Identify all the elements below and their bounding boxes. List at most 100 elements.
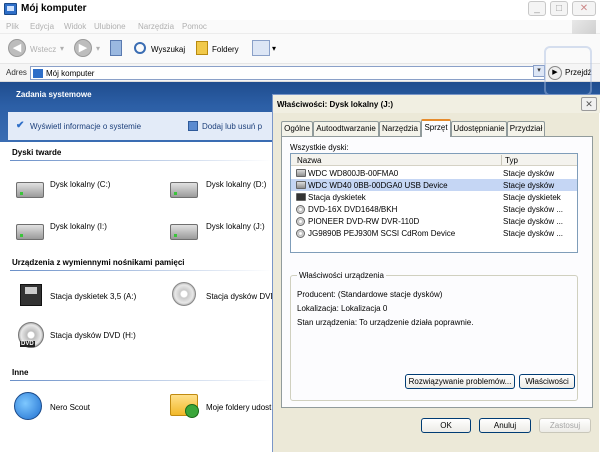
- section-divider: [10, 270, 272, 271]
- up-folder-icon[interactable]: [110, 40, 122, 56]
- disk-type: Stacje dysków: [503, 181, 555, 190]
- disk-type: Stacje dyskietek: [503, 193, 561, 202]
- drive-d-label[interactable]: Dysk lokalny (D:): [206, 180, 266, 189]
- address-input[interactable]: Mój komputer: [30, 66, 545, 80]
- disk-row[interactable]: PIONEER DVD-RW DVR-110D Stacje dysków ..…: [291, 215, 577, 227]
- dialog-titlebar[interactable]: Właściwości: Dysk lokalny (J:) ✕: [273, 95, 600, 113]
- hard-disk-icon: [296, 181, 306, 189]
- windows-logo-icon: [572, 20, 596, 34]
- drive-h-label[interactable]: Stacja dysków DVD (H:): [50, 331, 136, 340]
- disk-type: Stacje dysków ...: [503, 217, 564, 226]
- disk-type: Stacje dysków ...: [503, 205, 564, 214]
- tab-sharing[interactable]: Udostępnianie: [451, 121, 507, 136]
- menu-view[interactable]: Widok: [64, 22, 86, 31]
- hard-disk-icon[interactable]: [170, 182, 198, 198]
- minimize-button[interactable]: _: [528, 1, 546, 16]
- device-properties-group: Właściwości urządzenia Producent: (Stand…: [290, 271, 578, 401]
- window-titlebar[interactable]: Mój komputer _ □ ✕: [0, 0, 600, 20]
- address-value: Mój komputer: [46, 69, 95, 78]
- search-icon[interactable]: [134, 42, 146, 54]
- views-icon[interactable]: [252, 40, 270, 56]
- ok-button[interactable]: OK: [421, 418, 471, 433]
- column-separator[interactable]: [501, 155, 502, 165]
- toolbar: ◀ Wstecz ▾ ▶ ▾ Wyszukaj Foldery ▾: [0, 34, 600, 64]
- folders-button[interactable]: Foldery: [212, 45, 239, 54]
- my-computer-icon: [33, 69, 43, 78]
- manufacturer-text: Producent: (Standardowe stacje dysków): [297, 290, 443, 299]
- cd-drive-icon: [296, 205, 305, 214]
- address-label: Adres: [6, 68, 27, 77]
- views-dropdown-icon[interactable]: ▾: [272, 44, 276, 53]
- forward-dropdown-icon[interactable]: ▾: [96, 44, 100, 53]
- shared-folders-label[interactable]: Moje foldery udost: [206, 403, 271, 412]
- disk-name: JG9890B PEJ930M SCSI CdRom Device: [308, 229, 456, 238]
- disk-row[interactable]: Stacja dyskietek Stacje dyskietek: [291, 191, 577, 203]
- dvd-drive-icon[interactable]: DVD: [18, 322, 44, 348]
- menu-file[interactable]: Plik: [6, 22, 19, 31]
- tab-general[interactable]: Ogólne: [281, 121, 313, 136]
- disk-row-selected[interactable]: WDC WD40 0BB-00DGA0 USB Device Stacje dy…: [291, 179, 577, 191]
- tab-quota[interactable]: Przydział: [507, 121, 545, 136]
- watermark-logo-icon: [544, 46, 592, 96]
- menu-favorites[interactable]: Ulubione: [94, 22, 126, 31]
- maximize-button[interactable]: □: [550, 1, 568, 16]
- disk-type: Stacje dysków ...: [503, 229, 564, 238]
- menu-edit[interactable]: Edycja: [30, 22, 54, 31]
- column-header-type[interactable]: Typ: [505, 156, 518, 165]
- cancel-button[interactable]: Anuluj: [479, 418, 531, 433]
- hard-disk-icon[interactable]: [16, 182, 44, 198]
- menu-bar: Plik Edycja Widok Ulubione Narzędzia Pom…: [0, 20, 600, 34]
- tab-tools[interactable]: Narzędzia: [379, 121, 421, 136]
- drive-i-label[interactable]: Dysk lokalny (I:): [50, 222, 107, 231]
- device-properties-button[interactable]: Właściwości: [519, 374, 575, 389]
- dvd-drive-icon[interactable]: [172, 282, 196, 306]
- close-button[interactable]: ✕: [572, 1, 596, 16]
- shared-folders-icon[interactable]: [170, 394, 199, 418]
- menu-help[interactable]: Pomoc: [182, 22, 207, 31]
- troubleshoot-button[interactable]: Rozwiązywanie problemów...: [405, 374, 515, 389]
- disk-row[interactable]: JG9890B PEJ930M SCSI CdRom Device Stacje…: [291, 227, 577, 239]
- apply-button[interactable]: Zastosuj: [539, 418, 591, 433]
- all-disks-label: Wszystkie dyski:: [290, 143, 349, 152]
- disk-row[interactable]: WDC WD800JB-00FMA0 Stacje dysków: [291, 167, 577, 179]
- section-other-title: Inne: [12, 368, 29, 377]
- location-text: Lokalizacja: Lokalizacja 0: [297, 304, 388, 313]
- back-arrow-icon[interactable]: ◀: [8, 39, 26, 57]
- window-title: Mój komputer: [21, 3, 87, 14]
- back-dropdown-icon[interactable]: ▾: [60, 44, 64, 53]
- task-view-system-info[interactable]: Wyświetl informacje o systemie: [30, 122, 141, 131]
- hard-disk-icon[interactable]: [16, 224, 44, 240]
- disk-row[interactable]: DVD-16X DVD1648/BKH Stacje dysków ...: [291, 203, 577, 215]
- device-properties-legend: Właściwości urządzenia: [297, 271, 386, 280]
- section-divider: [10, 160, 272, 161]
- system-tasks-title[interactable]: Zadania systemowe: [16, 90, 92, 99]
- search-button[interactable]: Wyszukaj: [151, 45, 185, 54]
- hard-disk-icon[interactable]: [170, 224, 198, 240]
- address-bar: Adres Mój komputer ▾ ▶ Przejdź: [0, 64, 600, 82]
- dialog-title: Właściwości: Dysk lokalny (J:): [277, 100, 394, 109]
- hardware-tab-panel: Wszystkie dyski: Nazwa Typ WDC WD800JB-0…: [281, 136, 593, 408]
- nero-scout-label[interactable]: Nero Scout: [50, 403, 90, 412]
- menu-tools[interactable]: Narzędzia: [138, 22, 174, 31]
- drive-j-label[interactable]: Dysk lokalny (J:): [206, 222, 265, 231]
- task-add-remove-programs[interactable]: Dodaj lub usuń p: [202, 122, 262, 131]
- folders-icon[interactable]: [196, 41, 208, 55]
- column-header-name[interactable]: Nazwa: [297, 156, 321, 165]
- drive-a-label[interactable]: Stacja dyskietek 3,5 (A:): [50, 292, 136, 301]
- add-remove-programs-icon: [188, 121, 198, 131]
- tab-autoplay[interactable]: Autoodtwarzanie: [313, 121, 379, 136]
- dvd-drive-label[interactable]: Stacja dysków DVD: [206, 292, 276, 301]
- nero-scout-icon[interactable]: [14, 392, 42, 420]
- device-status-text: Stan urządzenia: To urządzenie działa po…: [297, 318, 474, 327]
- tab-hardware[interactable]: Sprzęt: [421, 119, 451, 137]
- section-divider: [10, 380, 272, 381]
- drive-c-label[interactable]: Dysk lokalny (C:): [50, 180, 110, 189]
- disk-name: DVD-16X DVD1648/BKH: [308, 205, 398, 214]
- section-hard-disks-title: Dyski twarde: [12, 148, 62, 157]
- back-button-label[interactable]: Wstecz: [30, 45, 56, 54]
- dialog-close-icon[interactable]: ✕: [581, 97, 597, 111]
- forward-arrow-icon[interactable]: ▶: [74, 39, 92, 57]
- disk-list[interactable]: Nazwa Typ WDC WD800JB-00FMA0 Stacje dysk…: [290, 153, 578, 253]
- cd-drive-icon: [296, 229, 305, 238]
- floppy-disk-icon[interactable]: [20, 284, 42, 306]
